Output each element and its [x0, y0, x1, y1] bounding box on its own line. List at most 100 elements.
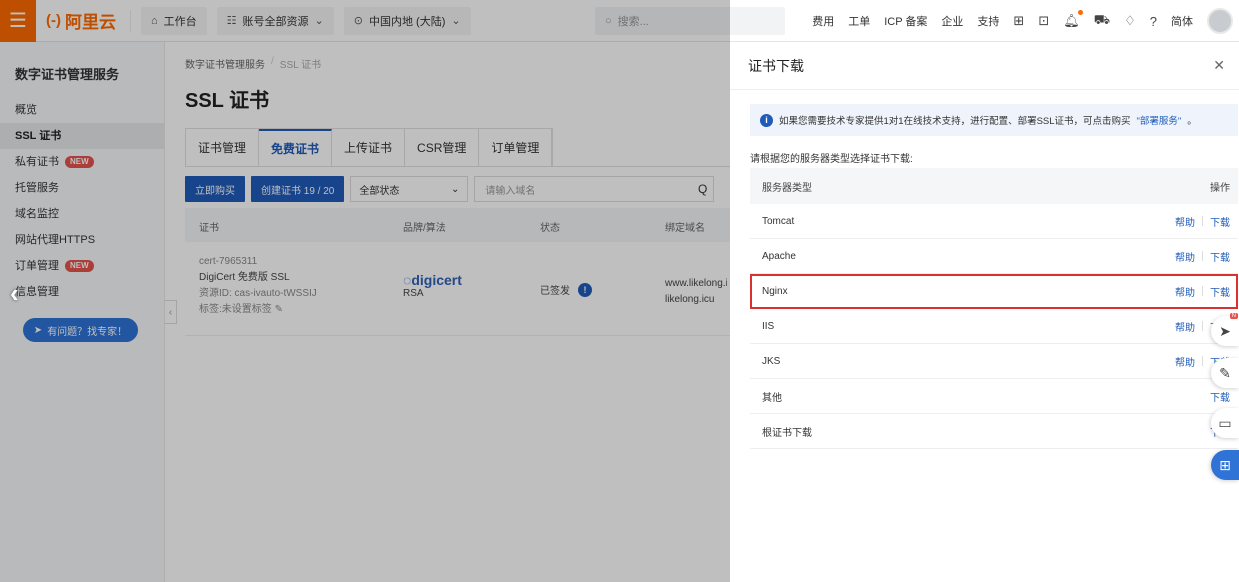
deploy-service-link[interactable]: "部署服务"	[1137, 113, 1182, 127]
link-support[interactable]: 支持	[977, 13, 999, 29]
domain-search-placeholder: 请输入域名	[485, 185, 536, 197]
chevron-down-icon: ⌄	[450, 183, 460, 195]
apps-float-button[interactable]: ⊞	[1211, 450, 1239, 480]
server-table-header: 服务器类型 操作	[750, 168, 1238, 204]
server-name: JKS	[762, 355, 781, 367]
link-ticket[interactable]: 工单	[848, 13, 870, 29]
breadcrumb-root[interactable]: 数字证书管理服务	[185, 56, 265, 71]
server-name: IIS	[762, 320, 775, 332]
cert-download-drawer: 证书下载 ✕ i 如果您需要技术专家提供1对1在线技术支持，进行配置、部署SSL…	[730, 42, 1239, 582]
avatar[interactable]	[1207, 8, 1233, 34]
server-row-iis: IIS 帮助下载	[750, 309, 1238, 344]
cert-info: cert-7965311 DigiCert 免费版 SSL 资源ID: cas-…	[199, 254, 317, 318]
table-header: 证书 品牌/算法 状态 绑定域名	[185, 208, 745, 242]
close-icon[interactable]: ✕	[1213, 57, 1225, 74]
terminal-icon[interactable]: ⊡	[1038, 13, 1049, 29]
breadcrumb-current: SSL 证书	[279, 60, 322, 71]
nav-region[interactable]: ⊙ 中国内地 (大陆) ⌄	[343, 6, 471, 35]
sidebar-item-label: 概览	[15, 104, 37, 116]
chat-float-button[interactable]: ▭	[1211, 408, 1239, 438]
sidebar-item-orders[interactable]: 订单管理 NEW	[0, 253, 164, 279]
feedback-float-button[interactable]: ➤ N	[1211, 313, 1239, 346]
info-icon[interactable]: !	[578, 282, 592, 297]
sidebar-item-proxy-https[interactable]: 网站代理HTTPS	[0, 227, 164, 253]
back-arrow-icon[interactable]: ‹	[10, 278, 19, 309]
help-icon[interactable]: ?	[1150, 14, 1157, 29]
sidebar-item-overview[interactable]: 概览	[0, 97, 164, 123]
notice-text: 如果您需要技术专家提供1对1在线技术支持，进行配置、部署SSL证书，可点击购买	[779, 116, 1131, 127]
tab-orders[interactable]: 订单管理	[479, 129, 553, 167]
pencil-icon: ✎	[1219, 364, 1231, 381]
nav-resources[interactable]: ☷ 账号全部资源 ⌄	[216, 6, 334, 35]
hamburger-icon[interactable]: ☰	[0, 0, 36, 42]
table-row[interactable]: cert-7965311 DigiCert 免费版 SSL 资源ID: cas-…	[185, 242, 745, 336]
nav-region-label: 中国内地 (大陆)	[368, 15, 446, 28]
cert-name: DigiCert 免费版 SSL	[199, 272, 290, 283]
buy-now-button[interactable]: 立即购买	[185, 176, 245, 202]
server-row-jks: JKS 帮助下载	[750, 344, 1238, 379]
search-icon[interactable]: Q	[698, 182, 707, 196]
language-switch[interactable]: 简体	[1171, 13, 1193, 29]
tab-upload-cert[interactable]: 上传证书	[332, 129, 406, 167]
logo-mark-icon: (-)	[46, 12, 61, 29]
toolbar: 立即购买 创建证书 19 / 20 全部状态 ⌄ 请输入域名 Q	[185, 176, 715, 202]
sidebar-item-ssl[interactable]: SSL 证书	[0, 123, 164, 149]
sidebar-item-hosting[interactable]: 托管服务	[0, 175, 164, 201]
new-badge: NEW	[65, 260, 94, 272]
aliyun-logo[interactable]: (-) 阿里云	[36, 9, 131, 32]
new-badge: N	[1229, 313, 1238, 319]
server-name: 其他	[762, 392, 782, 404]
edit-float-button[interactable]: ✎	[1211, 358, 1239, 388]
notice-end: 。	[1187, 116, 1197, 127]
link-billing[interactable]: 费用	[812, 13, 834, 29]
lightbulb-icon[interactable]: ♢	[1124, 13, 1136, 29]
brand-name: digicert	[411, 272, 462, 288]
server-row-nginx: Nginx 帮助 下载	[750, 274, 1238, 309]
tab-cert-management[interactable]: 证书管理	[186, 129, 260, 167]
create-cert-button[interactable]: 创建证书 19 / 20	[251, 176, 345, 202]
bell-icon[interactable]: 🔔︎	[1063, 10, 1083, 29]
server-name: 根证书下载	[762, 427, 812, 439]
link-enterprise[interactable]: 企业	[941, 13, 963, 29]
bound-domains: www.likelong.i likelong.icu	[665, 276, 727, 308]
edit-icon[interactable]: ✎	[275, 304, 283, 315]
domain-1: www.likelong.i	[665, 278, 727, 289]
col-server-type: 服务器类型	[762, 182, 812, 194]
cart-icon[interactable]: ⛟	[1094, 12, 1110, 30]
sidebar-item-label: 私有证书	[15, 156, 59, 168]
domain-2: likelong.icu	[665, 294, 715, 305]
col-status: 状态	[540, 223, 560, 234]
sidebar-title: 数字证书管理服务	[15, 67, 120, 82]
grid-icon: ⊞	[1219, 456, 1231, 473]
ask-expert-button[interactable]: ➤ 有问题？找专家！	[23, 318, 138, 342]
status-select[interactable]: 全部状态 ⌄	[350, 176, 469, 202]
global-search-input[interactable]: ○ 搜索...	[595, 7, 785, 35]
help-link[interactable]: 帮助	[1175, 249, 1195, 264]
server-row-apache: Apache 帮助 下载	[750, 239, 1238, 274]
main-content: 数字证书管理服务 / SSL 证书 SSL 证书 证书管理 免费证书 上传证书 …	[185, 42, 745, 582]
location-icon: ⊙	[353, 15, 363, 27]
send-icon: ➤	[1219, 322, 1231, 339]
sidebar-item-domain-monitor[interactable]: 域名监控	[0, 201, 164, 227]
breadcrumb: 数字证书管理服务 / SSL 证书	[185, 56, 321, 71]
help-link[interactable]: 帮助	[1175, 319, 1195, 334]
download-link[interactable]: 下载	[1210, 284, 1230, 299]
sidebar-collapse-button[interactable]: ‹	[165, 300, 177, 324]
nav-workbench[interactable]: ⌂ 工作台	[141, 6, 207, 35]
domain-search-input[interactable]: 请输入域名 Q	[474, 176, 715, 202]
link-icp[interactable]: ICP 备案	[884, 13, 927, 29]
sidebar-item-info[interactable]: 信息管理	[0, 279, 164, 305]
help-link[interactable]: 帮助	[1175, 354, 1195, 369]
download-link[interactable]: 下载	[1210, 249, 1230, 264]
col-actions: 操作	[1210, 182, 1230, 194]
download-link[interactable]: 下载	[1210, 214, 1230, 229]
search-icon: ○	[605, 15, 612, 27]
tab-free-cert[interactable]: 免费证书	[259, 129, 333, 167]
sidebar-item-private-cert[interactable]: 私有证书 NEW	[0, 149, 164, 175]
cloud-shell-icon[interactable]: ⊞	[1013, 13, 1024, 29]
download-link[interactable]: 下载	[1210, 389, 1230, 404]
help-link[interactable]: 帮助	[1175, 284, 1195, 299]
tab-csr[interactable]: CSR管理	[405, 129, 480, 167]
server-name: Nginx	[762, 285, 788, 297]
help-link[interactable]: 帮助	[1175, 214, 1195, 229]
